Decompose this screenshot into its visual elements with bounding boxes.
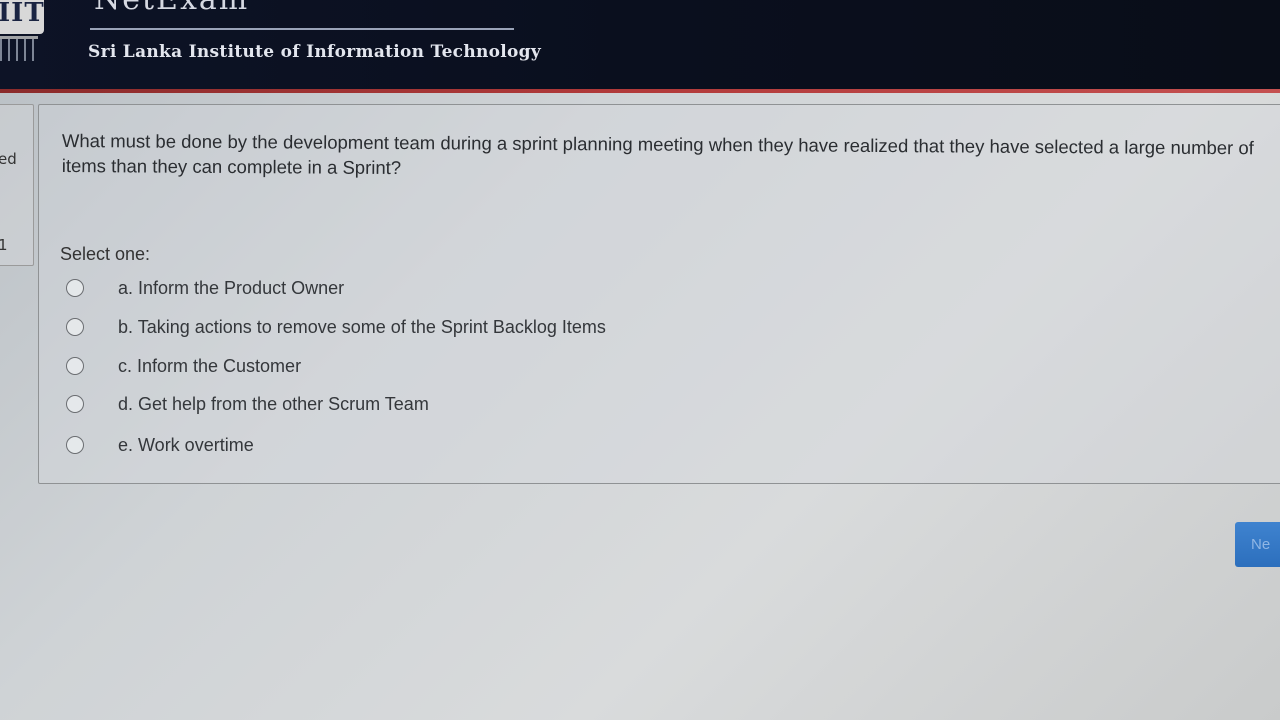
site-header: IIT NetExam Sri Lanka Institute of Infor… — [0, 0, 1280, 90]
radio-button[interactable] — [66, 318, 84, 336]
radio-button[interactable] — [66, 436, 84, 454]
answer-option-label[interactable]: b. Taking actions to remove some of the … — [118, 317, 606, 338]
answer-option-c[interactable]: c. Inform the Customer — [66, 353, 301, 379]
brand-divider — [90, 28, 514, 30]
answer-option-label[interactable]: d. Get help from the other Scrum Team — [118, 394, 429, 415]
question-mark-text: 1 — [0, 236, 8, 254]
radio-button[interactable] — [66, 395, 84, 413]
answer-option-a[interactable]: a. Inform the Product Owner — [66, 275, 344, 301]
next-page-button[interactable]: Ne — [1235, 522, 1280, 567]
logo-badge: IIT — [0, 0, 44, 34]
header-accent-bar — [0, 89, 1280, 93]
institute-name: Sri Lanka Institute of Information Techn… — [88, 42, 542, 62]
radio-button[interactable] — [66, 279, 84, 297]
sliit-logo: IIT — [0, 0, 44, 64]
answer-option-e[interactable]: e. Work overtime — [66, 432, 254, 458]
radio-button[interactable] — [66, 357, 84, 375]
select-one-prompt: Select one: — [60, 244, 151, 264]
logo-book-icon — [0, 36, 38, 61]
answer-option-label[interactable]: a. Inform the Product Owner — [118, 278, 344, 299]
question-status-text: ed — [0, 150, 17, 168]
answer-option-d[interactable]: d. Get help from the other Scrum Team — [66, 391, 429, 417]
answer-option-label[interactable]: e. Work overtime — [118, 435, 254, 456]
brand-name: NetExam — [94, 0, 249, 17]
answer-option-b[interactable]: b. Taking actions to remove some of the … — [66, 314, 606, 340]
logo-text: IIT — [0, 0, 45, 28]
answer-option-label[interactable]: c. Inform the Customer — [118, 356, 301, 377]
question-text: What must be done by the development tea… — [61, 129, 1254, 179]
